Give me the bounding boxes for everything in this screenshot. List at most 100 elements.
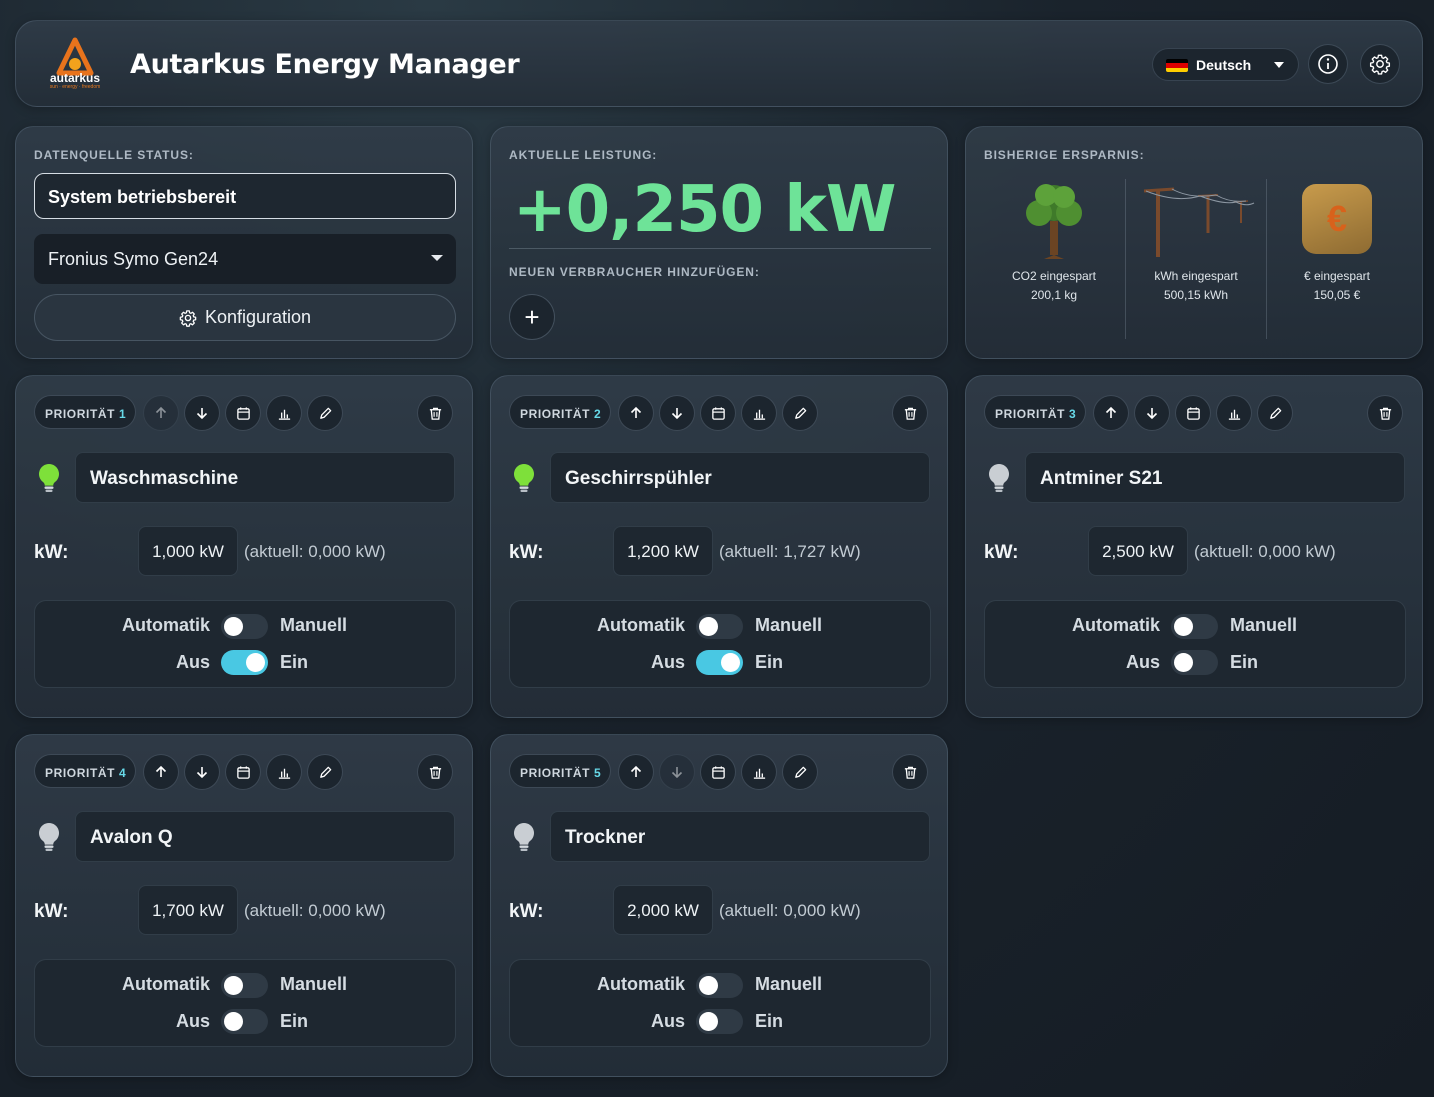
move-up-button[interactable] [143, 395, 179, 431]
kw-input[interactable]: 1,700 kW [138, 885, 238, 935]
data-source-value: Fronius Symo Gen24 [48, 249, 219, 269]
mode-toggle[interactable] [1171, 614, 1218, 639]
consumer-name-field[interactable]: Waschmaschine [75, 452, 455, 503]
kw-label: kW: [34, 901, 69, 922]
power-toggle[interactable] [1171, 650, 1218, 675]
power-toggle[interactable] [696, 650, 743, 675]
manual-label: Manuell [755, 615, 823, 635]
consumer-card-1: PRIORITÄT 1 Waschmaschine kW: 1,000 kW (… [15, 375, 473, 718]
mode-toggle[interactable] [221, 614, 268, 639]
schedule-button[interactable] [700, 754, 736, 790]
data-source-panel: DATENQUELLE STATUS: System betriebsberei… [15, 126, 473, 359]
kwh-saving: kWh eingespart 500,15 kWh [1126, 179, 1266, 339]
arrow-down-icon [671, 767, 683, 779]
move-up-button[interactable] [618, 754, 654, 790]
move-up-button[interactable] [143, 754, 179, 790]
add-consumer-button[interactable]: + [509, 294, 555, 340]
edit-button[interactable] [307, 754, 343, 790]
consumer-name-field[interactable]: Avalon Q [75, 811, 455, 862]
kw-value: 1,200 kW [627, 542, 699, 561]
move-down-button[interactable] [184, 754, 220, 790]
move-down-button[interactable] [659, 754, 695, 790]
off-label: Aus [175, 652, 210, 672]
schedule-button[interactable] [700, 395, 736, 431]
lightbulb-icon [986, 462, 1012, 494]
kw-input[interactable]: 1,000 kW [138, 526, 238, 576]
statistics-button[interactable] [266, 754, 302, 790]
move-down-button[interactable] [1134, 395, 1170, 431]
consumer-name-field[interactable]: Geschirrspühler [550, 452, 930, 503]
calendar-icon [711, 765, 725, 779]
info-icon [1318, 54, 1338, 74]
consumer-card-3: PRIORITÄT 3 Antminer S21 kW: 2,500 kW (a… [965, 375, 1423, 718]
mode-toggle[interactable] [696, 614, 743, 639]
divider [509, 248, 931, 249]
mode-controls: Automatik Manuell Aus Ein [34, 959, 456, 1047]
automatic-label: Automatik [596, 615, 685, 635]
move-down-button[interactable] [659, 395, 695, 431]
current-kw-text: (aktuell: 1,727 kW) [719, 542, 861, 561]
consumer-name-field[interactable]: Antminer S21 [1025, 452, 1405, 503]
mode-toggle[interactable] [696, 973, 743, 998]
schedule-button[interactable] [225, 754, 261, 790]
edit-button[interactable] [307, 395, 343, 431]
calendar-icon [1186, 406, 1200, 420]
edit-button[interactable] [782, 754, 818, 790]
delete-button[interactable] [417, 395, 453, 431]
priority-badge: PRIORITÄT 2 [509, 395, 611, 429]
toggle-knob [224, 617, 243, 636]
statistics-button[interactable] [741, 754, 777, 790]
language-label: Deutsch [1196, 57, 1252, 73]
schedule-button[interactable] [1175, 395, 1211, 431]
mode-toggle[interactable] [221, 973, 268, 998]
power-toggle[interactable] [221, 1009, 268, 1034]
power-toggle[interactable] [221, 650, 268, 675]
power-toggle[interactable] [696, 1009, 743, 1034]
statistics-button[interactable] [1216, 395, 1252, 431]
calendar-icon [236, 765, 250, 779]
statistics-button[interactable] [266, 395, 302, 431]
trash-icon [429, 407, 441, 420]
edit-button[interactable] [1257, 395, 1293, 431]
move-down-button[interactable] [184, 395, 220, 431]
settings-button[interactable] [1360, 44, 1400, 84]
consumer-name: Trockner [565, 827, 646, 848]
bar-chart-icon [753, 768, 765, 779]
move-up-button[interactable] [1093, 395, 1129, 431]
chevron-down-icon [1274, 62, 1284, 68]
app-header: autarkus sun · energy · freedom Autarkus… [15, 20, 1423, 107]
mode-controls: Automatik Manuell Aus Ein [509, 959, 931, 1047]
gear-icon [1369, 54, 1391, 75]
schedule-button[interactable] [225, 395, 261, 431]
edit-button[interactable] [782, 395, 818, 431]
pencil-icon [794, 766, 806, 778]
toggle-knob [721, 653, 740, 672]
kw-input[interactable]: 2,000 kW [613, 885, 713, 935]
delete-button[interactable] [892, 754, 928, 790]
arrow-up-icon [155, 765, 167, 777]
kw-label: kW: [509, 542, 544, 563]
data-source-select[interactable]: Fronius Symo Gen24 [34, 234, 456, 284]
move-up-button[interactable] [618, 395, 654, 431]
statistics-button[interactable] [741, 395, 777, 431]
app-title: Autarkus Energy Manager [130, 49, 520, 80]
configuration-button[interactable]: Konfiguration [34, 294, 456, 341]
euro-saving-value: 150,05 € [1313, 288, 1361, 302]
kw-input[interactable]: 1,200 kW [613, 526, 713, 576]
consumer-name-field[interactable]: Trockner [550, 811, 930, 862]
info-button[interactable] [1308, 44, 1348, 84]
delete-button[interactable] [417, 754, 453, 790]
priority-number: 2 [594, 407, 601, 421]
german-flag-icon [1166, 59, 1188, 72]
delete-button[interactable] [892, 395, 928, 431]
lightbulb-icon [511, 462, 537, 494]
toggle-knob [1174, 617, 1193, 636]
arrow-down-icon [671, 408, 683, 420]
language-select[interactable]: Deutsch [1152, 48, 1299, 81]
priority-number: 4 [119, 766, 126, 780]
delete-button[interactable] [1367, 395, 1403, 431]
kw-input[interactable]: 2,500 kW [1088, 526, 1188, 576]
toggle-knob [699, 617, 718, 636]
current-kw-text: (aktuell: 0,000 kW) [244, 901, 386, 920]
priority-label: PRIORITÄT [45, 407, 116, 421]
